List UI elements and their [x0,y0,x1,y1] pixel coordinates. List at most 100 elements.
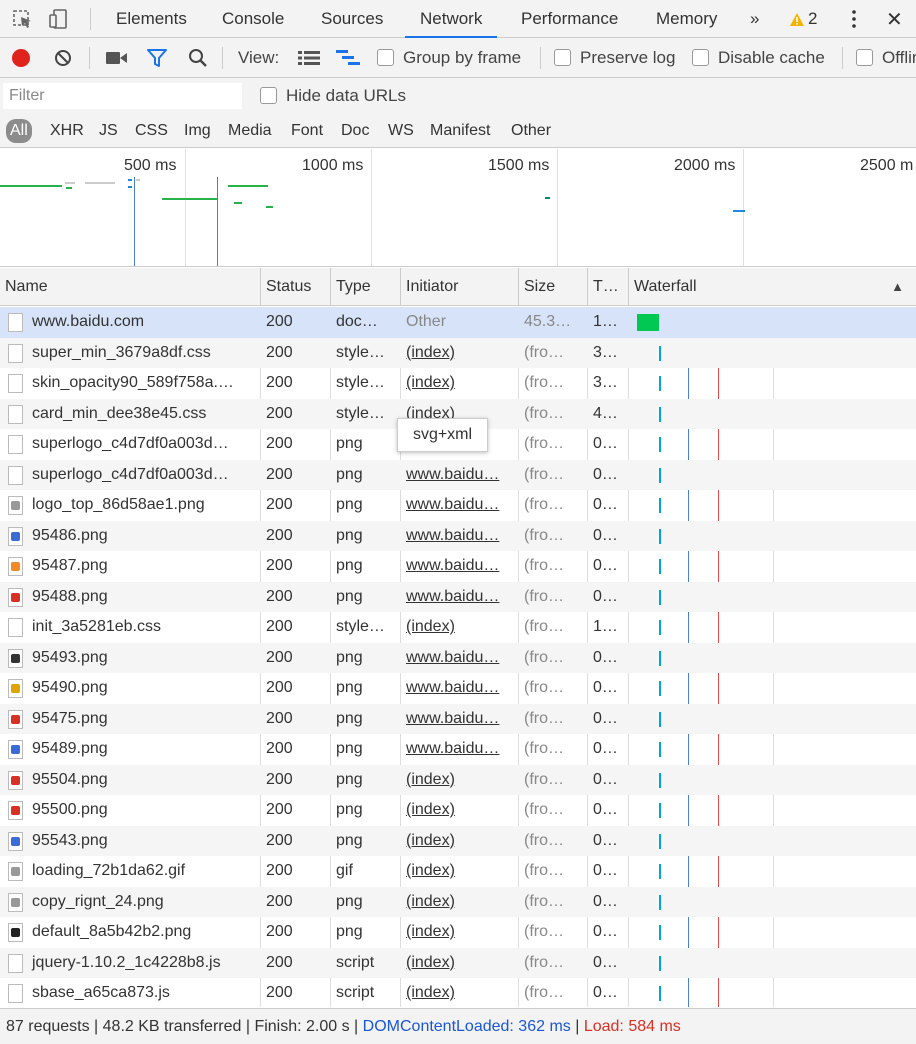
large-rows-icon[interactable] [298,51,320,65]
cell-status: 200 [266,679,293,696]
tab-network[interactable]: Network [405,0,498,38]
cell-initiator[interactable]: www.baidu… [400,704,518,735]
cell-initiator[interactable]: www.baidu… [400,521,518,552]
request-row[interactable]: www.baidu.com 200 doc… Other 45.3… 1… [0,307,916,338]
type-filter-js[interactable]: JS [99,119,118,143]
search-icon[interactable] [188,48,208,68]
cell-initiator[interactable]: www.baidu… [400,490,518,521]
cell-initiator[interactable]: www.baidu… [400,582,518,613]
request-row[interactable]: 95500.png 200 png (index) (fro… 0… [0,795,916,826]
tab-performance[interactable]: Performance [521,0,618,38]
column-initiator[interactable]: Initiator [401,268,519,306]
cell-name: logo_top_86d58ae1.png [32,496,205,513]
cell-initiator[interactable]: www.baidu… [400,551,518,582]
tab-elements[interactable]: Elements [116,0,187,38]
type-filter-media[interactable]: Media [228,119,272,143]
column-status[interactable]: Status [261,268,331,306]
type-filter-all[interactable]: All [6,119,32,143]
column-waterfall[interactable]: Waterfall ▲ [629,268,916,306]
cell-initiator[interactable]: (index) [400,917,518,948]
type-filter-doc[interactable]: Doc [341,119,369,143]
request-row[interactable]: default_8a5b42b2.png 200 png (index) (fro… 0… [0,917,916,948]
cell-time: 1… [593,618,618,635]
cell-initiator[interactable]: www.baidu… [400,460,518,491]
cell-size: (fro… [524,831,564,849]
tab-sources[interactable]: Sources [321,0,383,38]
request-row[interactable]: 95504.png 200 png (index) (fro… 0… [0,764,916,796]
cell-name: 95475.png [32,709,108,727]
request-row[interactable]: super_min_3679a8df.css 200 style… (index) (f… [0,337,916,369]
cell-size: (fro… [524,557,564,574]
request-row[interactable]: 95543.png 200 png (index) (fro… 0… [0,825,916,857]
cell-initiator[interactable]: (index) [400,368,518,399]
screenshot-camera-icon[interactable] [106,51,128,65]
cell-initiator[interactable]: www.baidu… [400,673,518,704]
type-filter-ws[interactable]: WS [388,119,414,143]
close-devtools-button[interactable]: ✕ [886,7,903,32]
cell-initiator[interactable]: (index) [400,795,518,826]
cell-initiator[interactable]: (index) [400,948,518,979]
request-row[interactable]: sbase_a65ca873.js 200 script (index) (fro… 0… [0,978,916,1007]
warnings-counter[interactable]: 2 [789,9,817,29]
cell-initiator: Other [406,313,447,330]
request-row[interactable]: 95488.png 200 png www.baidu… (fro… 0… [0,581,916,613]
request-row[interactable]: 95489.png 200 png www.baidu… (fro… 0… [0,734,916,765]
cell-name: 95493.png [32,648,108,666]
device-toolbar-icon[interactable] [48,9,70,29]
tab-memory[interactable]: Memory [656,0,717,38]
cell-status: 200 [266,557,293,574]
hide-data-urls-checkbox[interactable] [260,87,277,104]
request-row[interactable]: loading_72b1da62.gif 200 gif (index) (fro… 0… [0,856,916,887]
request-row[interactable]: 95493.png 200 png www.baidu… (fro… 0… [0,642,916,674]
request-row[interactable]: copy_rignt_24.png 200 png (index) (fro… 0… [0,886,916,918]
disable-cache-checkbox[interactable] [692,49,709,66]
overview-domcontentloaded-marker [134,177,135,266]
network-overview-timeline[interactable]: 500 ms 1000 ms 1500 ms 2000 ms 2500 m [0,149,916,267]
offline-checkbox[interactable] [856,49,873,66]
cell-initiator[interactable]: (index) [400,338,518,369]
request-row[interactable]: 95486.png 200 png www.baidu… (fro… 0… [0,520,916,552]
cell-type: png [336,526,363,544]
cell-initiator[interactable]: (index) [400,765,518,796]
cell-size: (fro… [524,374,564,391]
column-type[interactable]: Type [331,268,401,306]
cell-initiator[interactable]: (index) [400,826,518,857]
cell-initiator[interactable]: www.baidu… [400,643,518,674]
column-time[interactable]: T… [588,268,629,306]
column-size[interactable]: Size [519,268,588,306]
column-name[interactable]: Name [0,268,261,306]
cell-type: script [336,953,375,971]
cell-initiator[interactable]: (index) [400,856,518,887]
request-row[interactable]: logo_top_86d58ae1.png 200 png www.baidu… (fr… [0,490,916,521]
cell-initiator[interactable]: (index) [400,887,518,918]
request-row[interactable]: skin_opacity90_589f758a.… 200 style… (index… [0,368,916,399]
type-filter-font[interactable]: Font [291,119,323,143]
more-tabs-button[interactable]: » [750,0,759,38]
cell-initiator[interactable]: (index) [400,978,518,1007]
request-row[interactable]: 95475.png 200 png www.baidu… (fro… 0… [0,703,916,735]
request-row[interactable]: jquery-1.10.2_1c4228b8.js 200 script (index… [0,947,916,979]
record-button[interactable] [12,49,30,67]
request-row[interactable]: superlogo_c4d7df0a003d… 200 png www.baidu… (… [0,459,916,491]
type-filter-manifest[interactable]: Manifest [430,119,490,143]
type-filter-other[interactable]: Other [511,119,551,143]
filter-input[interactable] [3,83,242,109]
cell-initiator[interactable]: (index) [400,612,518,643]
request-row[interactable]: init_3a5281eb.css 200 style… (index) (fro… 1… [0,612,916,643]
request-row[interactable]: 95490.png 200 png www.baidu… (fro… 0… [0,673,916,704]
cell-name: loading_72b1da62.gif [32,862,186,879]
tab-console[interactable]: Console [222,0,284,38]
preserve-log-checkbox[interactable] [554,49,571,66]
cell-initiator[interactable]: www.baidu… [400,734,518,765]
clear-icon[interactable] [54,49,72,67]
type-filter-xhr[interactable]: XHR [50,119,84,143]
inspect-element-icon[interactable] [12,9,34,29]
request-row[interactable]: 95487.png 200 png www.baidu… (fro… 0… [0,551,916,582]
more-options-icon[interactable] [846,9,862,29]
overview-waterfall-icon[interactable] [336,49,362,67]
waterfall-bar [659,498,661,513]
group-by-frame-checkbox[interactable] [377,49,394,66]
type-filter-css[interactable]: CSS [135,119,168,143]
filter-icon[interactable] [147,49,167,67]
type-filter-img[interactable]: Img [184,119,211,143]
